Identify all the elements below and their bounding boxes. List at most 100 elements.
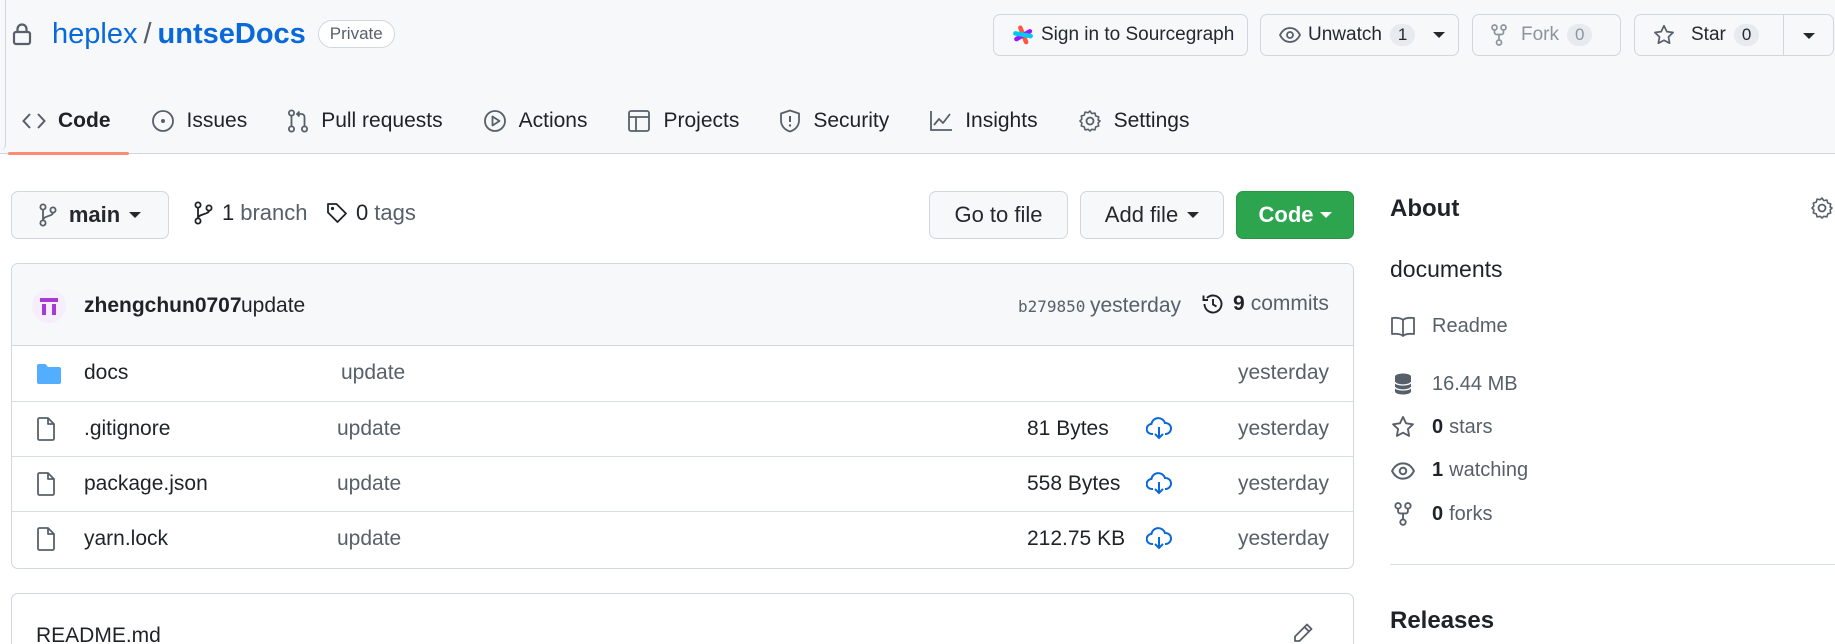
stars-count: 0 bbox=[1432, 415, 1444, 438]
watching-link[interactable]: 1 watching bbox=[1390, 459, 1528, 482]
star-button[interactable]: Star 0 bbox=[1634, 14, 1834, 56]
file-name-link[interactable]: .gitignore bbox=[84, 417, 170, 441]
sidebar-divider bbox=[1390, 564, 1835, 565]
visibility-badge: Private bbox=[317, 20, 395, 48]
file-size: 212.75 KB bbox=[1027, 527, 1126, 550]
file-list: zhengchun0707 update b279850 yesterday 9… bbox=[11, 263, 1354, 569]
repo-header: heplex / untseDocs Private Sign in to So… bbox=[0, 0, 1835, 155]
forks-link[interactable]: 0 forks bbox=[1390, 502, 1492, 526]
tab-projects[interactable]: Projects bbox=[605, 95, 757, 147]
file-row[interactable]: yarn.lock update 212.75 KB yesterday bbox=[12, 511, 1353, 567]
file-commit-message[interactable]: update bbox=[341, 361, 405, 385]
avatar[interactable] bbox=[32, 289, 66, 323]
issue-icon bbox=[151, 109, 175, 133]
branches-link[interactable]: 1 branch bbox=[194, 200, 308, 226]
star-count: 0 bbox=[1733, 24, 1760, 46]
cloud-download-icon[interactable] bbox=[1146, 417, 1172, 441]
commits-label: commits bbox=[1250, 292, 1329, 315]
tab-code[interactable]: Code bbox=[0, 95, 129, 155]
tab-label: Insights bbox=[965, 109, 1038, 132]
fork-button[interactable]: Fork 0 bbox=[1472, 14, 1621, 56]
sourcegraph-label: Sign in to Sourcegraph bbox=[1041, 24, 1235, 45]
commit-author[interactable]: zhengchun0707 bbox=[84, 294, 242, 318]
chevron-down-icon bbox=[1319, 212, 1332, 218]
history-icon bbox=[1201, 292, 1225, 316]
fork-icon bbox=[1390, 502, 1416, 526]
file-row[interactable]: docs update yesterday bbox=[12, 346, 1353, 402]
chevron-down-icon[interactable] bbox=[1803, 33, 1815, 39]
repo-description: documents bbox=[1390, 256, 1503, 282]
tag-label: tags bbox=[374, 200, 416, 225]
stars-link[interactable]: 0 stars bbox=[1390, 415, 1492, 439]
size-label: 16.44 MB bbox=[1432, 372, 1518, 395]
pencil-icon[interactable] bbox=[1292, 622, 1314, 644]
repo-title: heplex / untseDocs Private bbox=[12, 14, 395, 54]
file-row[interactable]: .gitignore update 81 Bytes yesterday bbox=[12, 401, 1353, 457]
tab-security[interactable]: Security bbox=[757, 95, 907, 147]
watching-count: 1 bbox=[1432, 459, 1444, 481]
commits-link[interactable]: 9 commits bbox=[1201, 292, 1329, 316]
table-icon bbox=[627, 109, 651, 133]
tab-label: Security bbox=[813, 109, 890, 132]
tab-pull-requests[interactable]: Pull requests bbox=[265, 95, 460, 147]
repo-owner-link[interactable]: heplex bbox=[52, 18, 137, 51]
forks-label: forks bbox=[1449, 502, 1493, 525]
tab-issues[interactable]: Issues bbox=[129, 95, 266, 147]
branch-select-button[interactable]: main bbox=[11, 191, 169, 239]
tab-label: Actions bbox=[518, 109, 588, 132]
star-label: Star bbox=[1691, 24, 1726, 45]
tab-actions[interactable]: Actions bbox=[461, 95, 606, 147]
file-commit-message[interactable]: update bbox=[337, 417, 401, 441]
fork-label: Fork bbox=[1521, 24, 1559, 45]
code-button[interactable]: Code bbox=[1236, 191, 1354, 239]
tags-link[interactable]: 0 tags bbox=[326, 200, 416, 226]
readme-link[interactable]: Readme bbox=[1390, 315, 1508, 338]
tab-settings[interactable]: Settings bbox=[1056, 95, 1208, 147]
releases-heading[interactable]: Releases bbox=[1390, 607, 1494, 635]
repo-size: 16.44 MB bbox=[1390, 372, 1518, 396]
latest-commit-bar: zhengchun0707 update b279850 yesterday 9… bbox=[12, 264, 1353, 346]
tab-label: Settings bbox=[1113, 109, 1190, 132]
file-name-link[interactable]: yarn.lock bbox=[84, 527, 168, 551]
fork-count: 0 bbox=[1567, 24, 1593, 46]
code-label: Code bbox=[1258, 202, 1314, 227]
cloud-download-icon[interactable] bbox=[1146, 472, 1172, 496]
tag-count: 0 bbox=[356, 200, 369, 225]
tab-insights[interactable]: Insights bbox=[907, 95, 1055, 147]
file-row[interactable]: package.json update 558 Bytes yesterday bbox=[12, 456, 1353, 512]
sourcegraph-button[interactable]: Sign in to Sourcegraph bbox=[993, 14, 1248, 56]
add-file-label: Add file bbox=[1104, 202, 1179, 227]
readme-label: Readme bbox=[1432, 315, 1508, 337]
file-icon bbox=[36, 472, 56, 496]
branch-name: main bbox=[68, 202, 121, 227]
repo-name-link[interactable]: untseDocs bbox=[158, 18, 306, 51]
repo-separator: / bbox=[143, 17, 152, 50]
fork-icon bbox=[1491, 24, 1507, 46]
shield-icon bbox=[779, 109, 801, 133]
file-icon bbox=[36, 417, 56, 441]
watching-label: watching bbox=[1449, 459, 1529, 481]
chevron-down-icon bbox=[1187, 212, 1200, 218]
about-heading: About bbox=[1390, 195, 1460, 222]
readme-title: README.md bbox=[36, 624, 161, 644]
file-commit-message[interactable]: update bbox=[337, 472, 401, 496]
code-icon bbox=[22, 112, 46, 130]
commit-hash[interactable]: b279850 bbox=[1018, 297, 1085, 316]
commit-message[interactable]: update bbox=[241, 294, 305, 318]
pull-request-icon bbox=[287, 109, 309, 133]
unwatch-button[interactable]: Unwatch 1 bbox=[1260, 14, 1459, 56]
cloud-download-icon[interactable] bbox=[1146, 527, 1172, 551]
readme-panel: README.md bbox=[11, 593, 1354, 644]
tab-label: Pull requests bbox=[321, 109, 443, 132]
forks-count: 0 bbox=[1432, 502, 1444, 525]
file-commit-message[interactable]: update bbox=[337, 527, 401, 551]
file-name-link[interactable]: docs bbox=[84, 361, 128, 385]
file-date: yesterday bbox=[1237, 472, 1329, 495]
file-name-link[interactable]: package.json bbox=[84, 472, 208, 496]
file-date: yesterday bbox=[1237, 361, 1329, 384]
eye-icon bbox=[1390, 461, 1416, 480]
stars-label: stars bbox=[1449, 415, 1493, 438]
go-to-file-button[interactable]: Go to file bbox=[929, 191, 1068, 239]
add-file-button[interactable]: Add file bbox=[1080, 191, 1224, 239]
gear-icon[interactable] bbox=[1810, 196, 1834, 220]
